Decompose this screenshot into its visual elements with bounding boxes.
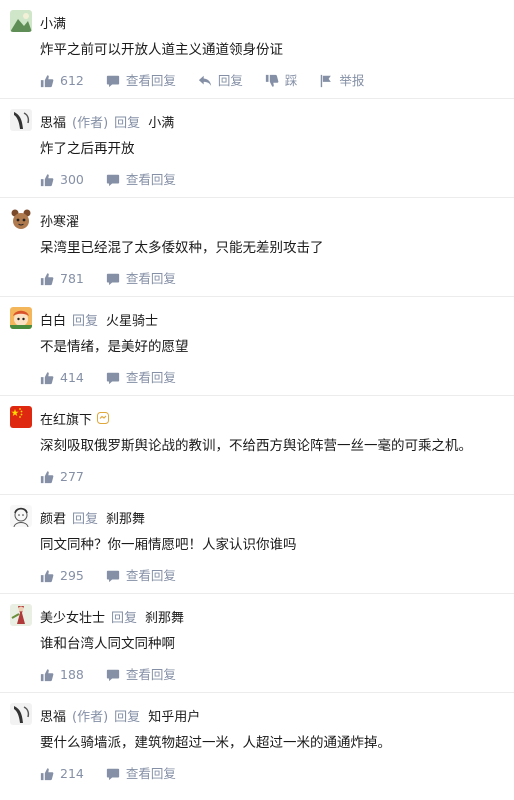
like-button[interactable]: 300 (40, 171, 84, 189)
like-count: 612 (60, 73, 84, 88)
flag-icon (319, 74, 333, 88)
author-name[interactable]: 美少女壮士 (40, 607, 105, 626)
reply-target-name[interactable]: 知乎用户 (148, 706, 200, 725)
comment-text: 谁和台湾人同文同种啊 (40, 636, 175, 652)
like-count: 277 (60, 469, 84, 484)
like-count: 414 (60, 370, 84, 385)
view-replies-button[interactable]: 查看回复 (106, 567, 176, 585)
thumbs-up-icon (40, 173, 54, 187)
thumbs-up-icon (40, 569, 54, 583)
reply-label: 回复 (72, 511, 99, 527)
comment-actions: 295 查看回复 (40, 567, 198, 585)
author-name[interactable]: 小满 (40, 13, 66, 32)
chat-bubble-icon (106, 668, 120, 682)
avatar[interactable] (10, 109, 32, 131)
like-button[interactable]: 781 (40, 270, 84, 288)
chat-bubble-icon (106, 569, 120, 583)
comment-item: 白白 回复 火星骑士 不是情绪，是美好的愿望 414 查看回复 (0, 297, 514, 396)
thumbs-up-icon (40, 371, 54, 385)
reply-label: 回复 (114, 709, 141, 725)
comment-text: 炸了之后再开放 (40, 141, 135, 157)
author-name[interactable]: 思福 (40, 706, 66, 725)
comment-item: 颜君 回复 刹那舞 同文同种？你一厢情愿吧！人家认识你谁吗 295 查看回复 (0, 495, 514, 594)
comment-item: 思福 (作者) 回复 知乎用户 要什么骑墙派，建筑物超过一米，人超过一米的通通炸… (0, 693, 514, 800)
comment-text: 要什么骑墙派，建筑物超过一米，人超过一米的通通炸掉。 (40, 735, 391, 751)
reply-label: 回复 (114, 115, 141, 131)
comment-actions: 781 查看回复 (40, 270, 198, 288)
chat-bubble-icon (106, 173, 120, 187)
avatar[interactable] (10, 505, 32, 527)
comment-item: 小满 炸平之前可以开放人道主义通道领身份证 612 查看回复 回复 踩 举报 (0, 0, 514, 99)
avatar[interactable] (10, 703, 32, 725)
view-replies-button[interactable]: 查看回复 (106, 270, 176, 288)
reply-button[interactable]: 回复 (198, 72, 243, 90)
thumbs-up-icon (40, 668, 54, 682)
chat-bubble-icon (106, 272, 120, 286)
like-count: 295 (60, 568, 84, 583)
like-count: 300 (60, 172, 84, 187)
like-button[interactable]: 612 (40, 72, 84, 90)
comment-actions: 277 (40, 468, 106, 486)
comment-item: 思福 (作者) 回复 小满 炸了之后再开放 300 查看回复 (0, 99, 514, 198)
dislike-button[interactable]: 踩 (265, 72, 297, 90)
chat-bubble-icon (106, 371, 120, 385)
avatar[interactable] (10, 10, 32, 32)
like-count: 188 (60, 667, 84, 682)
thumbs-down-icon (265, 74, 279, 88)
author-name[interactable]: 思福 (40, 112, 66, 131)
comment-item: 在红旗下 深刻吸取俄罗斯舆论战的教训，不给西方舆论阵营一丝一毫的可乘之机。 27… (0, 396, 514, 495)
author-name[interactable]: 白白 (40, 310, 66, 329)
thumbs-up-icon (40, 470, 54, 484)
report-button[interactable]: 举报 (319, 72, 364, 90)
author-name[interactable]: 在红旗下 (40, 409, 92, 428)
view-replies-button[interactable]: 查看回复 (106, 369, 176, 387)
thumbs-up-icon (40, 272, 54, 286)
like-button[interactable]: 414 (40, 369, 84, 387)
reply-label: 回复 (111, 610, 138, 626)
reply-label: 回复 (72, 313, 99, 329)
author-tag: (作者) (72, 115, 109, 131)
avatar[interactable] (10, 406, 32, 428)
like-count: 781 (60, 271, 84, 286)
reply-target-name[interactable]: 火星骑士 (106, 310, 158, 329)
comment-text: 不是情绪，是美好的愿望 (40, 339, 189, 355)
author-name[interactable]: 孙寒濯 (40, 211, 79, 230)
reply-target-name[interactable]: 刹那舞 (145, 607, 184, 626)
view-replies-button[interactable]: 查看回复 (106, 666, 176, 684)
comment-actions: 214 查看回复 (40, 765, 198, 783)
thumbs-up-icon (40, 74, 54, 88)
comment-actions: 414 查看回复 (40, 369, 198, 387)
comment-actions: 612 查看回复 回复 踩 举报 (40, 72, 386, 90)
comment-text: 深刻吸取俄罗斯舆论战的教训，不给西方舆论阵营一丝一毫的可乘之机。 (40, 438, 472, 454)
view-replies-button[interactable]: 查看回复 (106, 765, 176, 783)
reply-target-name[interactable]: 小满 (148, 112, 174, 131)
like-button[interactable]: 295 (40, 567, 84, 585)
author-tag: (作者) (72, 709, 109, 725)
comment-item: 美少女壮士 回复 刹那舞 谁和台湾人同文同种啊 188 查看回复 (0, 594, 514, 693)
comment-item: 孙寒濯 呆湾里已经混了太多倭奴种，只能无差别攻击了 781 查看回复 (0, 198, 514, 297)
avatar[interactable] (10, 604, 32, 626)
comment-text: 炸平之前可以开放人道主义通道领身份证 (40, 42, 283, 58)
avatar[interactable] (10, 307, 32, 329)
author-name[interactable]: 颜君 (40, 508, 66, 527)
like-count: 214 (60, 766, 84, 781)
chat-bubble-icon (106, 74, 120, 88)
reply-arrow-icon (198, 74, 212, 88)
like-button[interactable]: 214 (40, 765, 84, 783)
comment-text: 同文同种？你一厢情愿吧！人家认识你谁吗 (40, 537, 297, 553)
thumbs-up-icon (40, 767, 54, 781)
like-button[interactable]: 277 (40, 468, 84, 486)
comment-actions: 300 查看回复 (40, 171, 198, 189)
reply-target-name[interactable]: 刹那舞 (106, 508, 145, 527)
view-replies-button[interactable]: 查看回复 (106, 171, 176, 189)
avatar[interactable] (10, 208, 32, 230)
view-replies-button[interactable]: 查看回复 (106, 72, 176, 90)
verified-badge-icon (97, 412, 110, 424)
comment-actions: 188 查看回复 (40, 666, 198, 684)
chat-bubble-icon (106, 767, 120, 781)
like-button[interactable]: 188 (40, 666, 84, 684)
comment-text: 呆湾里已经混了太多倭奴种，只能无差别攻击了 (40, 240, 324, 256)
